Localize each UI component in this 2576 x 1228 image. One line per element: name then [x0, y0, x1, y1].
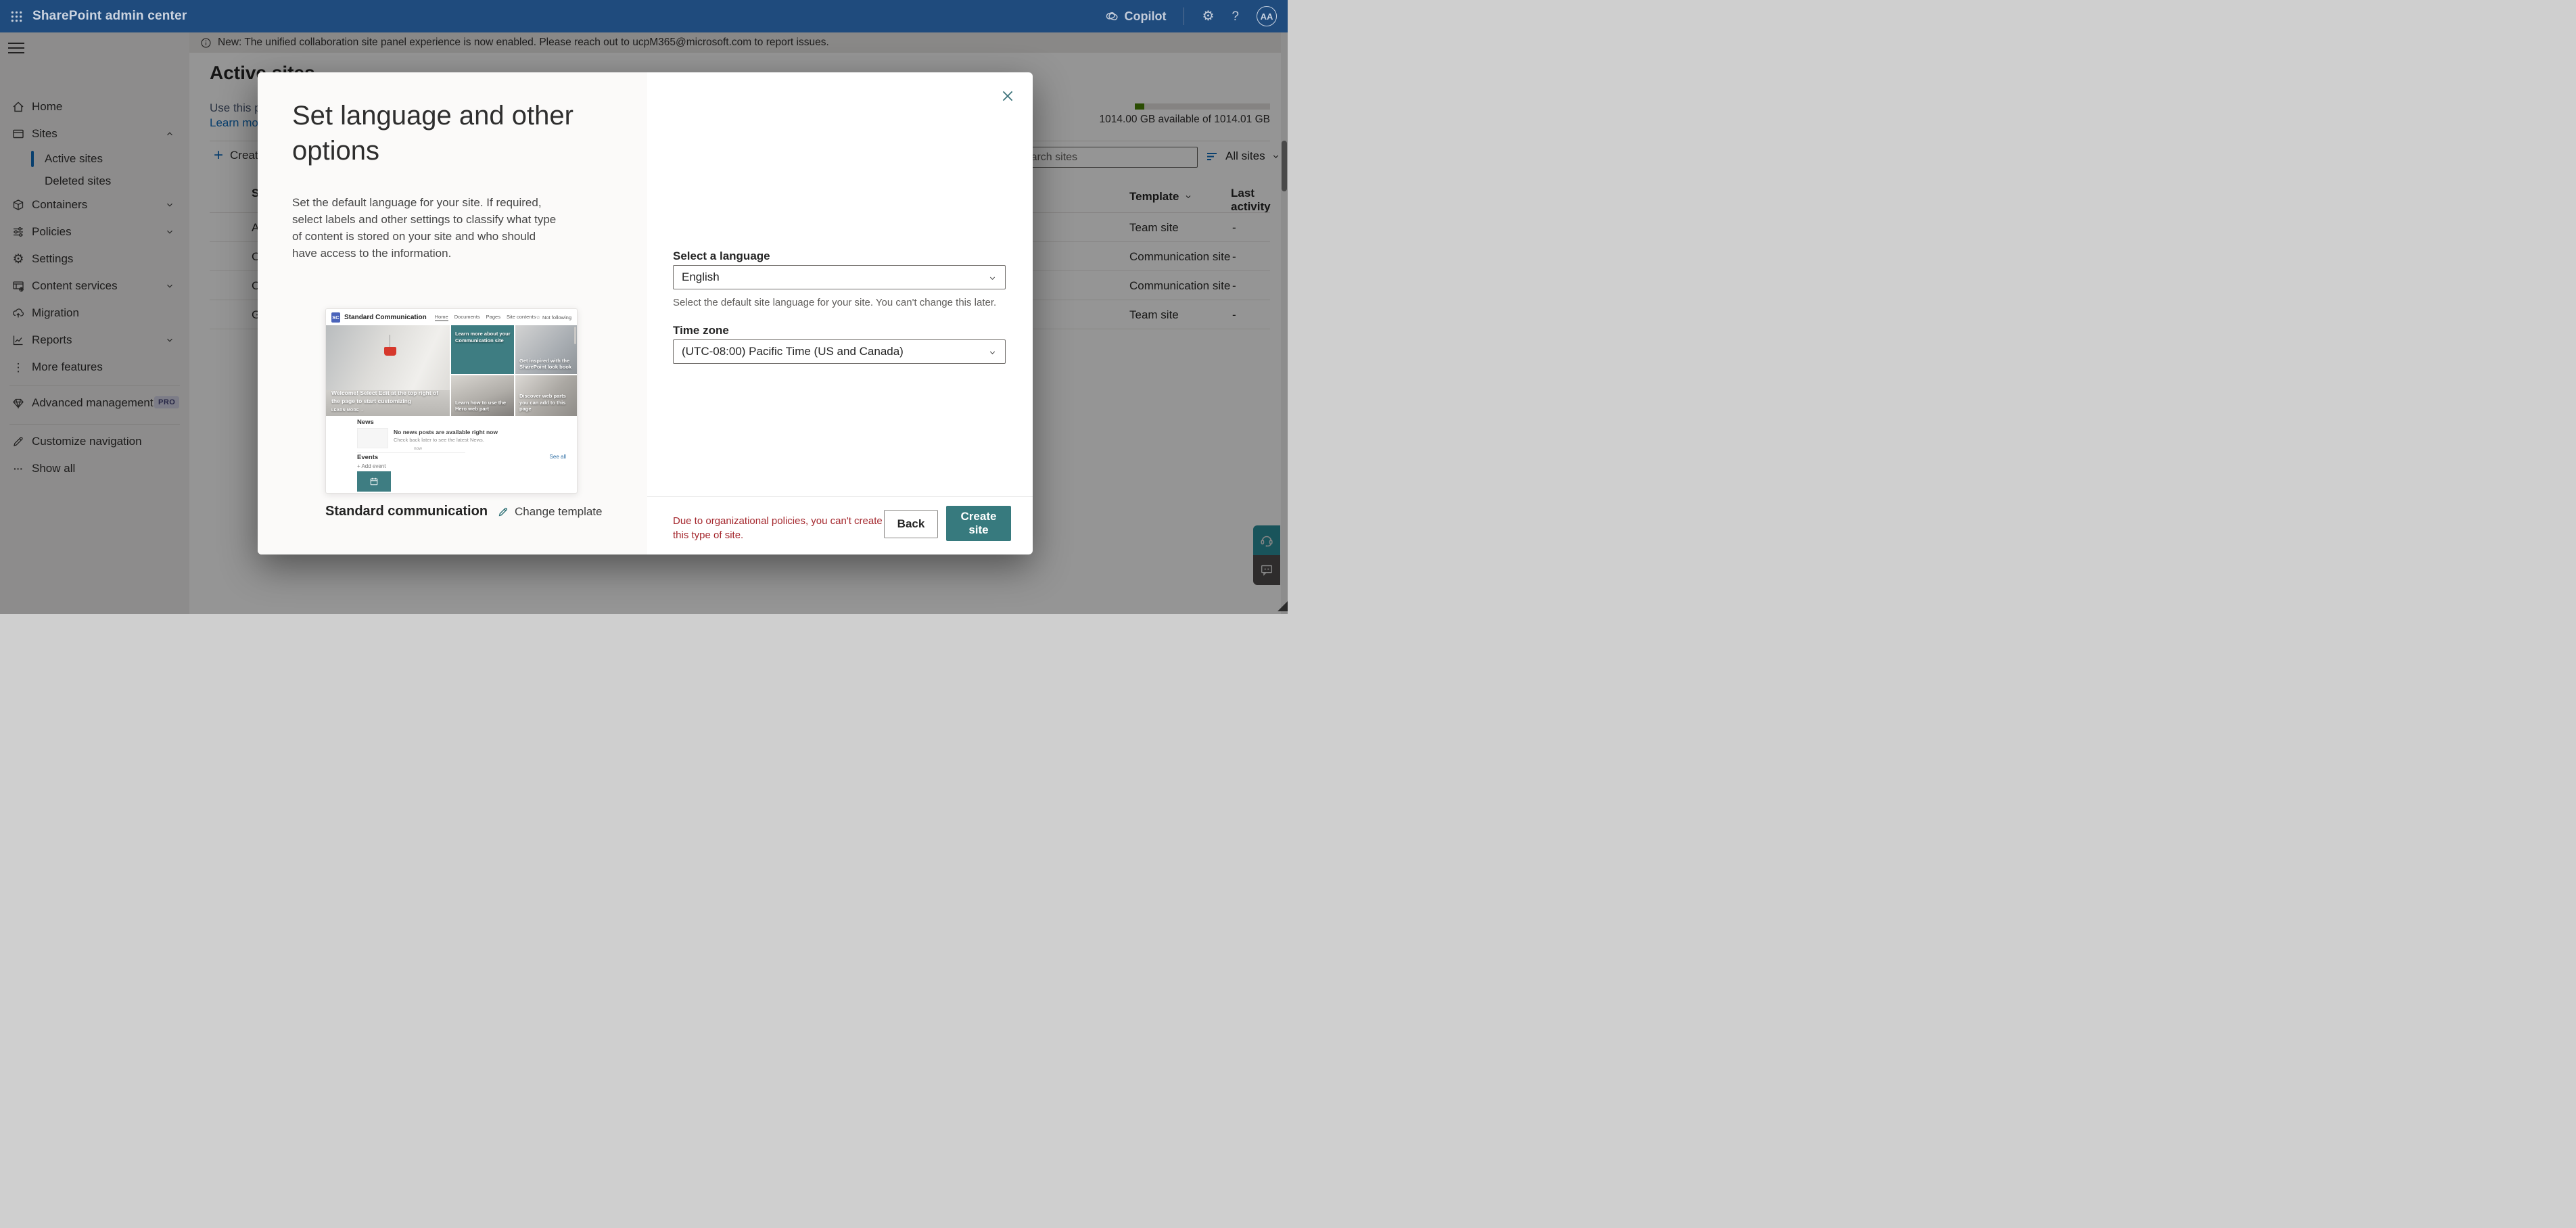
preview-news-placeholder [357, 428, 388, 448]
selected-template-name: Standard communication [325, 504, 488, 519]
preview-news-heading: News [357, 419, 374, 426]
account-avatar[interactable]: AA [1257, 6, 1277, 26]
create-site-button[interactable]: Create site [946, 506, 1011, 541]
preview-tile-webparts: Discover web parts you can add to this p… [515, 375, 577, 416]
timezone-value: (UTC-08:00) Pacific Time (US and Canada) [682, 345, 904, 358]
app-title: SharePoint admin center [32, 9, 187, 24]
preview-divider [357, 452, 465, 453]
red-lamp-shape [384, 347, 396, 356]
preview-hero: Welcome! Select Edit at the top right of… [326, 325, 577, 416]
preview-news-now: now [414, 446, 422, 451]
template-preview-card: SC Standard Communication Home Documents… [325, 308, 578, 494]
preview-hero-photo: Welcome! Select Edit at the top right of… [326, 325, 450, 416]
back-button[interactable]: Back [884, 510, 938, 538]
close-icon[interactable] [999, 87, 1016, 105]
preview-news-empty-title: No news posts are available right now [394, 429, 498, 435]
calendar-icon [369, 476, 379, 487]
language-value: English [682, 270, 720, 284]
dialog-footer-divider [647, 496, 1033, 497]
language-helper-text: Select the default site language for you… [673, 297, 1011, 308]
dialog-title: Set language and other options [292, 98, 590, 168]
preview-welcome-text: Welcome! Select Edit at the top right of… [331, 389, 447, 405]
language-label: Select a language [673, 250, 770, 263]
dialog-description: Set the default language for your site. … [292, 194, 563, 262]
settings-gear-icon[interactable]: ⚙ [1202, 9, 1214, 23]
star-icon: ☆ [536, 314, 540, 321]
preview-site-nav: Home Documents Pages Site contents [435, 314, 536, 321]
preview-scrollbar [574, 327, 576, 344]
preview-not-following: ☆ Not following [536, 314, 571, 321]
chevron-down-icon [988, 274, 997, 283]
preview-tile-lookbook: Get inspired with the SharePoint look bo… [515, 325, 577, 374]
preview-tile-communication: Learn more about your Communication site [451, 325, 514, 374]
preview-tile-hero-webpart: Learn how to use the Hero web part [451, 375, 514, 416]
copilot-button[interactable]: Copilot [1104, 9, 1167, 24]
timezone-dropdown[interactable]: (UTC-08:00) Pacific Time (US and Canada) [673, 339, 1006, 364]
preview-site-title: Standard Communication [344, 314, 427, 321]
preview-events-heading: Events [357, 454, 378, 461]
preview-add-event: + Add event [357, 463, 385, 469]
suite-header: SharePoint admin center Copilot ⚙ ? AA [0, 0, 1288, 32]
preview-event-tile [357, 471, 391, 492]
language-dropdown[interactable]: English [673, 265, 1006, 289]
pencil-icon [497, 506, 509, 518]
preview-site-header: SC Standard Communication Home Documents… [326, 309, 577, 325]
preview-site-logo: SC [331, 312, 340, 323]
chevron-down-icon [988, 348, 997, 357]
help-icon[interactable]: ? [1232, 10, 1239, 23]
copilot-icon [1104, 9, 1119, 24]
preview-learn-more: LEARN MORE → [331, 408, 365, 412]
change-template-link[interactable]: Change template [497, 505, 602, 519]
set-language-dialog: Set language and other options Set the d… [258, 72, 1033, 554]
preview-see-all: See all [550, 454, 566, 460]
policy-error-text: Due to organizational policies, you can'… [673, 514, 889, 542]
preview-news-empty-sub: Check back later to see the latest News. [394, 437, 484, 443]
timezone-label: Time zone [673, 324, 729, 337]
app-launcher-waffle-icon[interactable] [0, 0, 32, 32]
sharepoint-admin-center: Home Sites Active sites Deleted sites Co… [0, 0, 1288, 614]
